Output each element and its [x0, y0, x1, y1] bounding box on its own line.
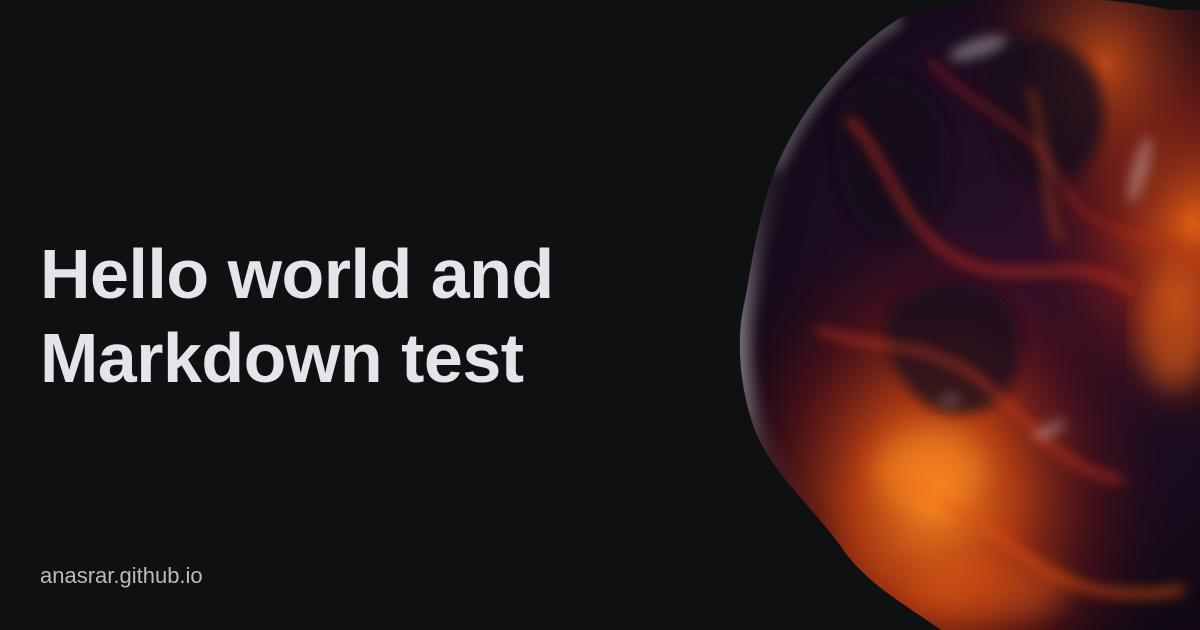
site-url: anasrar.github.io — [40, 563, 203, 588]
post-title-line-1: Hello world and — [40, 235, 554, 313]
post-title: Hello world and Markdown test — [40, 232, 660, 400]
og-card: Hello world and Markdown test anasrar.gi… — [0, 0, 1200, 630]
liquid-blob-artwork — [739, 0, 1200, 630]
post-title-line-2: Markdown test — [40, 319, 524, 397]
